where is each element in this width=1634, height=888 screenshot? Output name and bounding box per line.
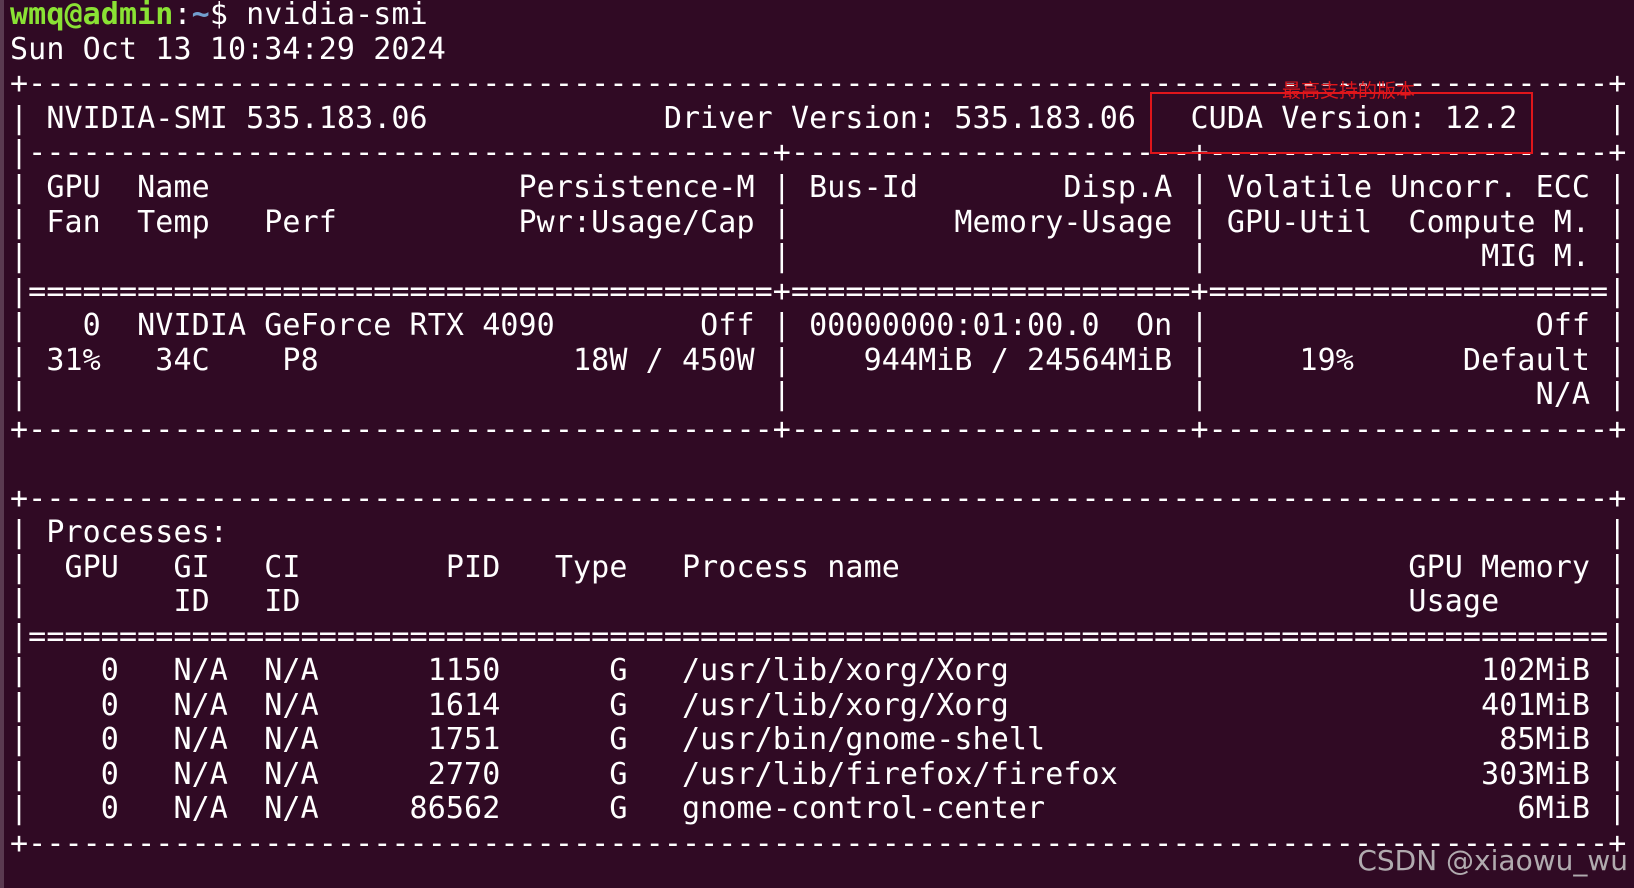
gpu-row-3: | | | N/A | <box>10 377 1627 412</box>
gpu-row-2: | 31% 34C P8 18W / 450W | 944MiB / 24564… <box>10 343 1627 378</box>
process-row: | 0 N/A N/A 1150 G /usr/lib/xorg/Xorg 10… <box>10 653 1627 688</box>
cuda-version-annotation: 最高支持的版本 <box>1282 80 1416 102</box>
prompt-path: ~ <box>191 0 210 32</box>
processes-separator: |=======================================… <box>10 619 1627 654</box>
processes-title-row: | Processes: | <box>10 515 1627 550</box>
process-row: | 0 N/A N/A 86562 G gnome-control-center… <box>10 791 1627 826</box>
prompt-symbol: $ <box>209 0 228 32</box>
command-text: nvidia-smi <box>227 0 428 32</box>
process-row: | 0 N/A N/A 1614 G /usr/lib/xorg/Xorg 40… <box>10 688 1627 723</box>
prompt-separator: : <box>173 0 192 32</box>
prompt-user-host: wmq@admin <box>10 0 174 32</box>
gpu-header-row-3: | | | MIG M. | <box>10 239 1627 274</box>
csdn-watermark: CSDN @xiaowu_wu <box>1357 844 1628 877</box>
processes-border-top: +---------------------------------------… <box>10 481 1627 516</box>
gpu-row-1: | 0 NVIDIA GeForce RTX 4090 Off | 000000… <box>10 308 1627 343</box>
gpu-table-separator: |=======================================… <box>10 274 1627 309</box>
command-prompt-line: wmq@admin:~$ nvidia-smi <box>10 0 428 33</box>
terminal-window[interactable]: wmq@admin:~$ nvidia-smi Sun Oct 13 10:34… <box>0 0 1634 888</box>
process-row: | 0 N/A N/A 1751 G /usr/bin/gnome-shell … <box>10 722 1627 757</box>
processes-header-row-2: | ID ID Usage | <box>10 584 1627 619</box>
window-left-edge <box>0 0 4 888</box>
gpu-header-row-1: | GPU Name Persistence-M | Bus-Id Disp.A… <box>10 170 1627 205</box>
process-row: | 0 N/A N/A 2770 G /usr/lib/firefox/fire… <box>10 757 1627 792</box>
gpu-header-row-2: | Fan Temp Perf Pwr:Usage/Cap | Memory-U… <box>10 205 1627 240</box>
timestamp-line: Sun Oct 13 10:34:29 2024 <box>10 32 446 67</box>
gpu-table-border-bottom: +---------------------------------------… <box>10 412 1627 447</box>
processes-header-row-1: | GPU GI CI PID Type Process name GPU Me… <box>10 550 1627 585</box>
